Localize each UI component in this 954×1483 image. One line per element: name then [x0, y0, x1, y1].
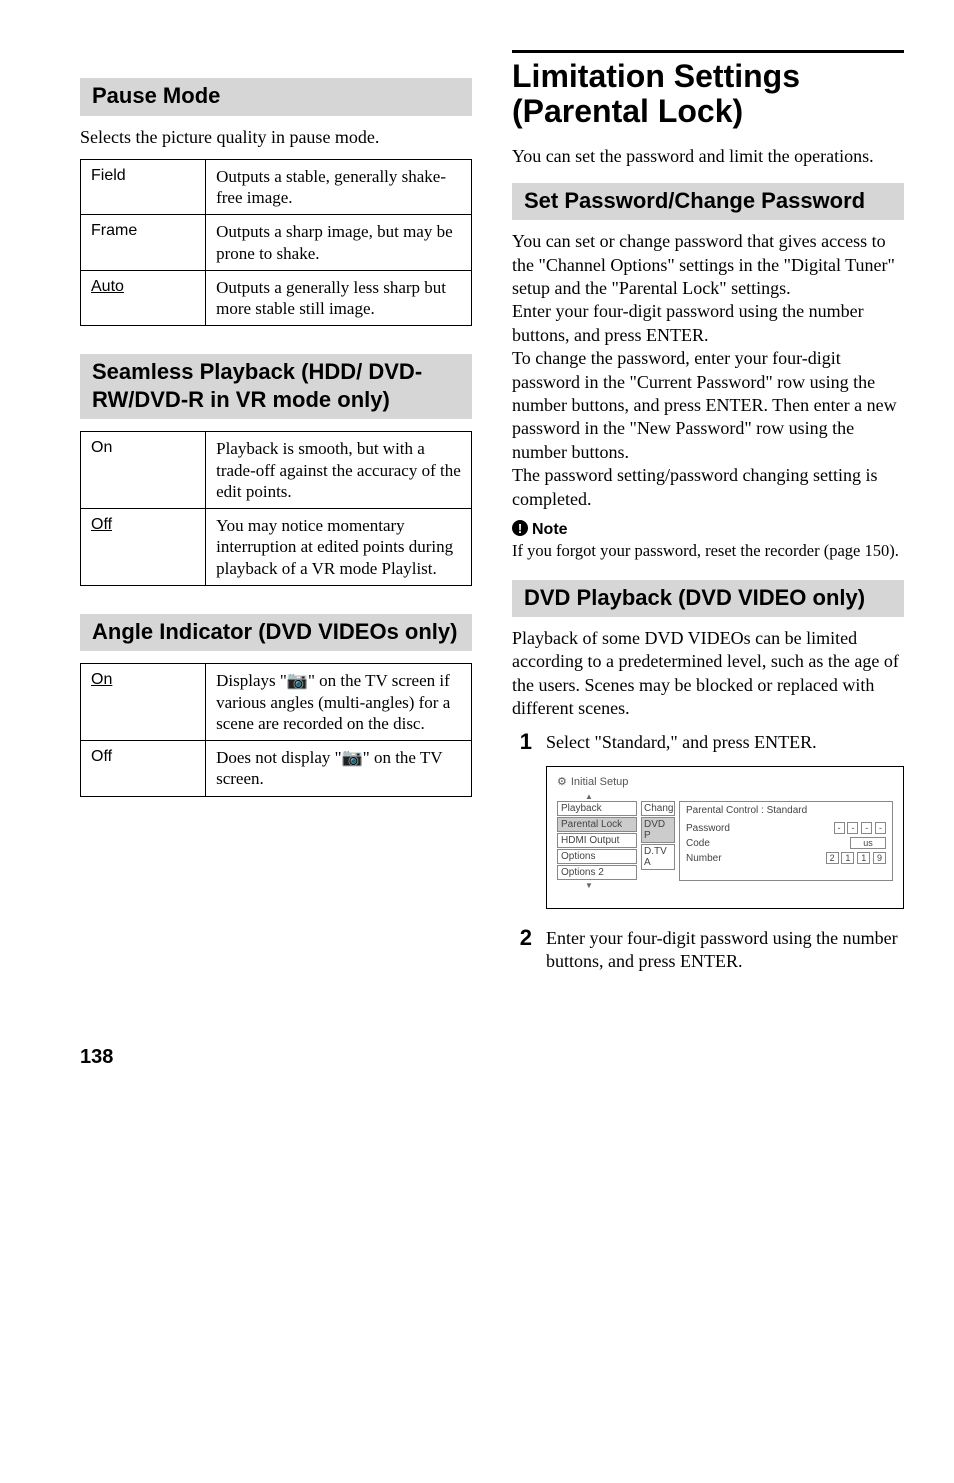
- value-box: -: [875, 822, 886, 834]
- set-password-body: You can set or change password that give…: [512, 230, 904, 511]
- table-row: Auto Outputs a generally less sharp but …: [81, 270, 472, 326]
- step-number: 2: [512, 927, 532, 949]
- value-box: 1: [857, 852, 870, 864]
- row-label: Code: [686, 838, 710, 849]
- cell-val: Outputs a stable, generally shake-free i…: [216, 167, 446, 207]
- settings-screenshot: ⚙ Initial Setup Playback Parental Lock H…: [546, 766, 904, 909]
- right-column: Limitation Settings (Parental Lock) You …: [512, 50, 904, 986]
- cell-key: Field: [91, 167, 126, 184]
- list-item: DVD P: [641, 817, 675, 843]
- steps-list: 1 Select "Standard," and press ENTER.: [512, 731, 904, 754]
- row-label: Password: [686, 823, 730, 834]
- panel-header: Parental Control : Standard: [686, 805, 886, 816]
- page-title: Limitation Settings (Parental Lock): [512, 59, 904, 129]
- left-column: Pause Mode Selects the picture quality i…: [80, 50, 472, 986]
- note-icon: !: [512, 520, 528, 536]
- note-heading: !Note: [512, 521, 904, 539]
- value-box: -: [861, 822, 872, 834]
- list-item: Options 2: [557, 865, 637, 880]
- angle-icon: 📷: [342, 748, 363, 767]
- cell-key: On: [91, 439, 112, 456]
- cell-val-before: Displays ": [216, 671, 287, 690]
- title-intro: You can set the password and limit the o…: [512, 145, 904, 168]
- table-row: Off You may notice momentary interruptio…: [81, 509, 472, 586]
- section-rule: [512, 50, 904, 53]
- initial-setup-icon: ⚙: [557, 775, 567, 788]
- dvd-playback-heading: DVD Playback (DVD VIDEO only): [512, 580, 904, 618]
- value-box: 9: [873, 852, 886, 864]
- table-row: Field Outputs a stable, generally shake-…: [81, 159, 472, 215]
- list-item: Options: [557, 849, 637, 864]
- screenshot-mid-list: Chang DVD P D.TV A: [641, 801, 675, 881]
- value-box: -: [847, 822, 858, 834]
- panel-row: Password - - - -: [686, 822, 886, 834]
- list-item: Parental Lock: [557, 817, 637, 832]
- pause-mode-heading: Pause Mode: [80, 78, 472, 116]
- angle-icon: 📷: [287, 671, 308, 690]
- step-item: 1 Select "Standard," and press ENTER.: [512, 731, 904, 754]
- scroll-up-icon: [557, 792, 893, 801]
- cell-key: Off: [91, 516, 112, 533]
- table-row: On Playback is smooth, but with a trade-…: [81, 432, 472, 509]
- step-text: Enter your four-digit password using the…: [546, 927, 904, 974]
- step-number: 1: [512, 731, 532, 753]
- seamless-table: On Playback is smooth, but with a trade-…: [80, 431, 472, 586]
- pause-mode-intro: Selects the picture quality in pause mod…: [80, 126, 472, 149]
- cell-val: Outputs a generally less sharp but more …: [216, 278, 446, 318]
- cell-key: Auto: [91, 278, 124, 295]
- cell-key: Off: [91, 748, 112, 765]
- screenshot-left-list: Playback Parental Lock HDMI Output Optio…: [557, 801, 637, 881]
- cell-key: On: [91, 671, 112, 688]
- scroll-down-icon: [557, 881, 893, 890]
- table-row: On Displays "📷" on the TV screen if vari…: [81, 664, 472, 741]
- panel-row: Number 2 1 1 9: [686, 852, 886, 864]
- list-item: D.TV A: [641, 844, 675, 870]
- steps-list: 2 Enter your four-digit password using t…: [512, 927, 904, 974]
- screenshot-title: ⚙ Initial Setup: [557, 775, 893, 788]
- seamless-heading: Seamless Playback (HDD/ DVD-RW/DVD-R in …: [80, 354, 472, 419]
- table-row: Off Does not display "📷" on the TV scree…: [81, 741, 472, 797]
- dvd-playback-intro: Playback of some DVD VIDEOs can be limit…: [512, 627, 904, 721]
- step-text: Select "Standard," and press ENTER.: [546, 731, 904, 754]
- page-number: 138: [0, 1046, 954, 1099]
- cell-val-before: Does not display ": [216, 748, 341, 767]
- note-label: Note: [532, 521, 568, 538]
- value-box: 1: [841, 852, 854, 864]
- screenshot-title-text: Initial Setup: [571, 776, 628, 788]
- cell-val: Playback is smooth, but with a trade-off…: [216, 439, 461, 501]
- angle-heading: Angle Indicator (DVD VIDEOs only): [80, 614, 472, 652]
- note-body: If you forgot your password, reset the r…: [512, 541, 904, 562]
- panel-row: Code us: [686, 837, 886, 849]
- set-password-heading: Set Password/Change Password: [512, 183, 904, 221]
- value-box: us: [850, 837, 886, 849]
- step-item: 2 Enter your four-digit password using t…: [512, 927, 904, 974]
- cell-val: Outputs a sharp image, but may be prone …: [216, 222, 453, 262]
- list-item: HDMI Output: [557, 833, 637, 848]
- row-label: Number: [686, 853, 722, 864]
- cell-key: Frame: [91, 222, 137, 239]
- list-item: Playback: [557, 801, 637, 816]
- value-box: 2: [826, 852, 839, 864]
- value-box: -: [834, 822, 845, 834]
- screenshot-right-panel: Parental Control : Standard Password - -…: [679, 801, 893, 881]
- angle-table: On Displays "📷" on the TV screen if vari…: [80, 663, 472, 796]
- list-item: Chang: [641, 801, 675, 816]
- table-row: Frame Outputs a sharp image, but may be …: [81, 215, 472, 271]
- cell-val: You may notice momentary interruption at…: [216, 516, 453, 578]
- pause-mode-table: Field Outputs a stable, generally shake-…: [80, 159, 472, 327]
